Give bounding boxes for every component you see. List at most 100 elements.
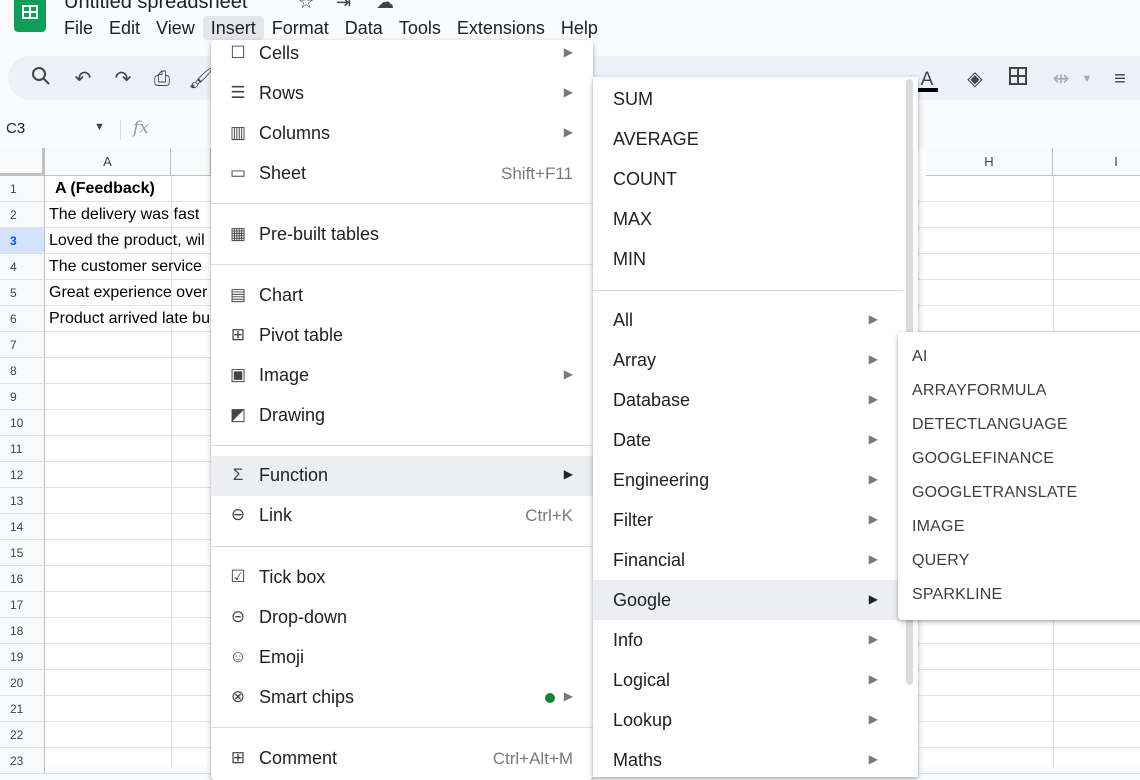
row-header[interactable]: 3	[0, 228, 45, 254]
cell-a5[interactable]: Great experience over	[49, 280, 211, 306]
column-header[interactable]	[171, 148, 211, 176]
merge-dropdown-caret-icon[interactable]: ▼	[1074, 66, 1100, 92]
row-header[interactable]: 5	[0, 280, 45, 306]
google-function-item[interactable]: DETECTLANGUAGE	[912, 416, 1068, 434]
align-icon[interactable]: ≡	[1107, 66, 1133, 92]
function-category-database[interactable]: Database ▶	[593, 380, 918, 420]
google-function-item[interactable]: AI	[912, 348, 928, 366]
print-icon[interactable]: ⎙	[149, 66, 175, 92]
column-header-h[interactable]: H	[926, 148, 1053, 176]
column-header-i[interactable]: I	[1053, 148, 1140, 176]
submenu-arrow-icon: ▶	[868, 632, 878, 646]
name-box-dropdown-icon[interactable]: ▼	[94, 121, 105, 133]
row-header[interactable]: 15	[0, 540, 45, 566]
borders-icon[interactable]	[1005, 66, 1031, 92]
row-header[interactable]: 8	[0, 358, 45, 384]
google-function-item[interactable]: GOOGLETRANSLATE	[912, 484, 1077, 502]
function-item-count[interactable]: COUNT	[593, 159, 918, 199]
cell-a4[interactable]: The customer service	[49, 254, 211, 280]
row-header[interactable]: 11	[0, 436, 45, 462]
name-box[interactable]: C3	[6, 120, 25, 137]
row-header[interactable]: 13	[0, 488, 45, 514]
cell-a6[interactable]: Product arrived late bu	[49, 306, 211, 332]
row-header[interactable]: 17	[0, 592, 45, 618]
row-header[interactable]: 19	[0, 644, 45, 670]
undo-icon[interactable]: ↶	[70, 66, 96, 92]
function-item-min[interactable]: MIN	[593, 239, 918, 279]
cloud-status-icon[interactable]: ☁	[376, 0, 394, 13]
merge-cells-icon[interactable]: ⇹	[1048, 66, 1074, 92]
google-function-item[interactable]: ARRAYFORMULA	[912, 382, 1047, 400]
dropdown-icon: ⊝	[230, 607, 246, 626]
row-header[interactable]: 22	[0, 722, 45, 748]
row-header[interactable]: 20	[0, 670, 45, 696]
drawing-icon: ◩	[229, 405, 247, 424]
menu-item-comment[interactable]: ⊞ Comment Ctrl+Alt+M	[211, 739, 593, 779]
row-header[interactable]: 9	[0, 384, 45, 410]
redo-icon[interactable]: ↷	[110, 66, 136, 92]
columns-icon: ▥	[229, 123, 247, 142]
function-category-google[interactable]: Google ▶	[593, 580, 918, 620]
menu-view[interactable]: View	[148, 16, 203, 40]
function-category-financial[interactable]: Financial ▶	[593, 540, 918, 580]
row-header[interactable]: 12	[0, 462, 45, 488]
function-category-array[interactable]: Array ▶	[593, 340, 918, 380]
insert-menu: ☐ Cells ▶ ☰ Rows ▶ ▥ Columns ▶ ▭ Sheet Shift+F11…	[211, 40, 593, 780]
row-header[interactable]: 21	[0, 696, 45, 722]
row-header[interactable]: 18	[0, 618, 45, 644]
row-header[interactable]: 6	[0, 306, 45, 332]
row-header[interactable]: 23	[0, 748, 45, 774]
search-icon[interactable]	[28, 66, 54, 92]
google-function-item[interactable]: QUERY	[912, 552, 970, 570]
fill-color-icon[interactable]: ◈	[962, 66, 988, 92]
menu-item-columns[interactable]: ▥ Columns ▶	[211, 114, 593, 154]
menu-item-cells[interactable]: ☐ Cells ▶	[211, 34, 593, 74]
menu-file[interactable]: File	[56, 16, 101, 40]
function-category-filter[interactable]: Filter ▶	[593, 500, 918, 540]
row-header[interactable]: 2	[0, 202, 45, 228]
function-category-engineering[interactable]: Engineering ▶	[593, 460, 918, 500]
select-all-corner[interactable]	[0, 148, 45, 176]
function-item-sum[interactable]: SUM	[593, 79, 918, 119]
function-category-lookup[interactable]: Lookup ▶	[593, 700, 918, 740]
function-item-average[interactable]: AVERAGE	[593, 119, 918, 159]
google-function-item[interactable]: GOOGLEFINANCE	[912, 450, 1054, 468]
menu-item-link[interactable]: ⊖ Link Ctrl+K	[211, 496, 593, 536]
google-function-item[interactable]: SPARKLINE	[912, 586, 1002, 604]
row-header[interactable]: 16	[0, 566, 45, 592]
menu-item-sheet[interactable]: ▭ Sheet Shift+F11	[211, 154, 593, 194]
menu-item-rows[interactable]: ☰ Rows ▶	[211, 74, 593, 114]
move-icon[interactable]: ⇥	[336, 0, 351, 13]
sheets-logo-icon[interactable]	[14, 0, 46, 32]
column-header-a[interactable]: A	[45, 148, 171, 176]
function-category-date[interactable]: Date ▶	[593, 420, 918, 460]
menu-item-tick-box[interactable]: ☑ Tick box	[211, 558, 593, 598]
document-title[interactable]: Untitled spreadsheet	[64, 0, 247, 14]
function-category-info[interactable]: Info ▶	[593, 620, 918, 660]
function-category-logical[interactable]: Logical ▶	[593, 660, 918, 700]
row-header[interactable]: 10	[0, 410, 45, 436]
cell-a1[interactable]: A (Feedback)	[49, 176, 211, 202]
menu-item-image[interactable]: ▣ Image ▶	[211, 356, 593, 396]
menu-item-drawing[interactable]: ◩ Drawing	[211, 396, 593, 436]
menu-item-smart-chips[interactable]: ⊗ Smart chips ▶	[211, 678, 593, 718]
menu-item-chart[interactable]: ▤ Chart	[211, 276, 593, 316]
menu-item-pre-built-tables[interactable]: ▦ Pre-built tables	[211, 215, 593, 255]
menu-edit[interactable]: Edit	[101, 16, 148, 40]
function-category-all[interactable]: All ▶	[593, 300, 918, 340]
star-icon[interactable]: ☆	[298, 0, 314, 13]
row-header[interactable]: 4	[0, 254, 45, 280]
row-header[interactable]: 7	[0, 332, 45, 358]
menu-item-drop-down[interactable]: ⊝ Drop-down	[211, 598, 593, 638]
cell-a3[interactable]: Loved the product, wil	[49, 228, 211, 254]
google-function-item[interactable]: IMAGE	[912, 518, 965, 536]
menu-item-function[interactable]: Σ Function ▶	[211, 456, 593, 496]
row-header[interactable]: 14	[0, 514, 45, 540]
menu-item-emoji[interactable]: ☺ Emoji	[211, 638, 593, 678]
menu-item-pivot-table[interactable]: ⊞ Pivot table	[211, 316, 593, 356]
fx-icon: fx	[133, 118, 149, 138]
cell-a2[interactable]: The delivery was fast	[49, 202, 211, 228]
row-header[interactable]: 1	[0, 176, 45, 202]
function-category-maths[interactable]: Maths ▶	[593, 740, 918, 780]
function-item-max[interactable]: MAX	[593, 199, 918, 239]
